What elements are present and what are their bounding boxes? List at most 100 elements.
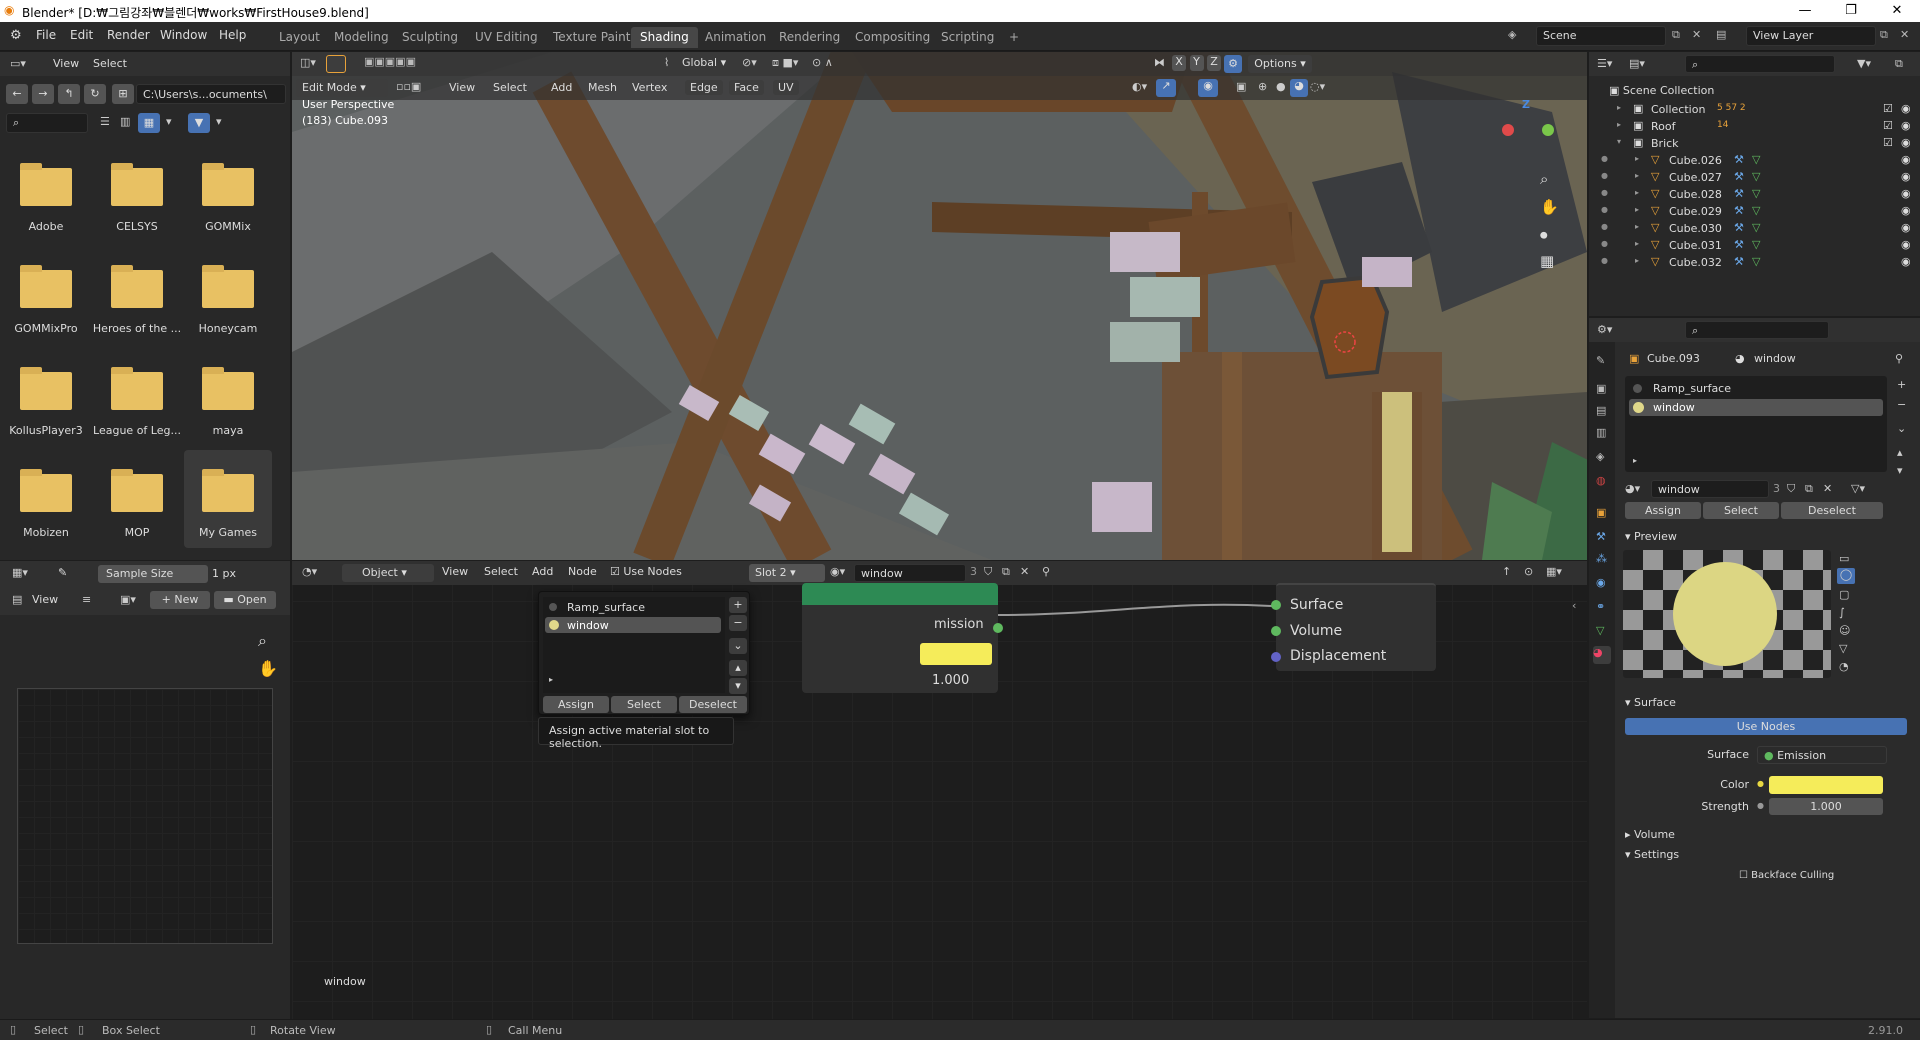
- render-tab-icon[interactable]: ▣: [1596, 382, 1606, 395]
- preview-sphere-icon[interactable]: ◯: [1837, 568, 1855, 584]
- menu-edit[interactable]: Edit: [70, 28, 93, 42]
- menu-window[interactable]: Window: [160, 28, 207, 42]
- pan-view-icon[interactable]: ✋: [1540, 198, 1559, 216]
- expand-arrow-icon[interactable]: ▸: [1635, 171, 1639, 180]
- node-editor[interactable]: ◔▾ Object ▾ View Select Add Node ☑ Use N…: [292, 561, 1587, 1019]
- outliner-row[interactable]: ● ▸ ▽ Cube.027 ⚒ ▽ ◉: [1589, 169, 1920, 186]
- ne-node-menu[interactable]: Node: [568, 565, 597, 578]
- list-view-icon[interactable]: ☰: [100, 115, 110, 128]
- node-overlay-icon[interactable]: ▦▾: [1546, 565, 1562, 578]
- folder-item[interactable]: maya: [184, 348, 272, 446]
- object-dropdown[interactable]: Object ▾: [342, 564, 434, 582]
- open-image-button[interactable]: ▬ Open: [214, 591, 276, 609]
- preview-cloth-icon[interactable]: ▽: [1839, 642, 1847, 655]
- viewport-menu-face[interactable]: Face: [729, 80, 764, 95]
- visibility-eye-icon[interactable]: ◉: [1901, 238, 1911, 251]
- folder-item[interactable]: Adobe: [2, 144, 90, 242]
- slot-move-up-icon[interactable]: ▴: [1897, 446, 1903, 459]
- duplicate-material-icon[interactable]: ⧉: [1002, 565, 1010, 579]
- emission-strength-value[interactable]: 1.000: [932, 673, 969, 688]
- tab-rendering[interactable]: Rendering: [770, 27, 849, 48]
- visibility-eye-icon[interactable]: ◉: [1901, 255, 1911, 268]
- use-nodes-checkbox[interactable]: ☑ Use Nodes: [610, 565, 682, 578]
- preview-fluid-icon[interactable]: ◔: [1839, 660, 1849, 673]
- folder-item[interactable]: Mobizen: [2, 450, 90, 548]
- properties-fake-user-icon[interactable]: ⛉: [1787, 482, 1795, 496]
- new-collection-icon[interactable]: ⧉: [1895, 57, 1903, 71]
- sample-tool-icon[interactable]: ✎: [58, 566, 67, 579]
- popup-remove-slot-icon[interactable]: −: [729, 615, 747, 631]
- fb-view-menu[interactable]: View: [53, 57, 79, 70]
- parent-dir-icon[interactable]: ↰: [58, 84, 80, 104]
- tab-texture-paint[interactable]: Texture Paint: [544, 27, 639, 48]
- material-tab-icon[interactable]: ◕: [1593, 646, 1611, 664]
- image-browse-icon[interactable]: ▣▾: [120, 593, 136, 606]
- popup-deselect-button[interactable]: Deselect: [679, 696, 747, 713]
- add-workspace-button[interactable]: +: [1000, 27, 1028, 48]
- parent-node-tree-icon[interactable]: ↑: [1502, 565, 1511, 578]
- scene-copy-icon[interactable]: ⧉: [1672, 28, 1680, 42]
- outliner-row[interactable]: ▸ ▣ Collection 5 57 2 ☑ ◉: [1589, 101, 1920, 118]
- vertex-edge-face-icons[interactable]: ▫▫▣: [396, 80, 421, 93]
- folder-item[interactable]: My Games: [184, 450, 272, 548]
- filter-icon[interactable]: ▼: [188, 113, 210, 133]
- image-editor-type-icon[interactable]: ▦▾: [12, 566, 28, 579]
- thumbnail-view-icon[interactable]: ▦: [138, 113, 160, 133]
- folder-item[interactable]: GOMMixPro: [2, 246, 90, 344]
- 3d-viewport[interactable]: ◫▾ ▣▣▣▣▣ ⌇ Global ▾ ⊘▾ ⧈ ■▾ ⊙ ∧ ⧓ X Y Z …: [292, 52, 1587, 560]
- unlink-material-icon[interactable]: ✕: [1020, 565, 1029, 578]
- properties-users-count[interactable]: 3: [1773, 482, 1780, 495]
- add-slot-icon[interactable]: +: [1897, 378, 1906, 391]
- preview-hair-icon[interactable]: ∫: [1839, 606, 1845, 619]
- ne-view-menu[interactable]: View: [442, 565, 468, 578]
- ne-select-menu[interactable]: Select: [484, 565, 518, 578]
- scene-collection-row[interactable]: ▣ Scene Collection: [1609, 84, 1714, 101]
- shading-rendered-icon[interactable]: ◌▾: [1310, 80, 1325, 93]
- close-button[interactable]: ✕: [1874, 0, 1920, 22]
- surface-shader-field[interactable]: ● Emission: [1757, 746, 1887, 764]
- popup-list-expand-icon[interactable]: ▸: [549, 675, 553, 684]
- viewport-menu-edge[interactable]: Edge: [685, 80, 723, 95]
- volume-input-socket[interactable]: [1271, 626, 1281, 636]
- visibility-eye-icon[interactable]: ◉: [1901, 102, 1911, 115]
- preview-flat-icon[interactable]: ▭: [1839, 552, 1849, 565]
- ortho-toggle-icon[interactable]: ▦: [1540, 252, 1554, 270]
- viewport-menu-uv[interactable]: UV: [773, 80, 799, 95]
- emission-color-swatch[interactable]: [920, 643, 992, 665]
- properties-unlink-icon[interactable]: ✕: [1823, 482, 1832, 495]
- outliner-row[interactable]: ● ▸ ▽ Cube.026 ⚒ ▽ ◉: [1589, 152, 1920, 169]
- mirror-y-button[interactable]: Y: [1189, 55, 1204, 71]
- mirror-z-button[interactable]: Z: [1207, 55, 1221, 71]
- new-image-button[interactable]: + New: [150, 591, 210, 609]
- display-mode-icon[interactable]: ▤▾: [1629, 57, 1645, 70]
- folder-item[interactable]: Honeycam: [184, 246, 272, 344]
- expand-arrow-icon[interactable]: ▸: [1635, 222, 1639, 231]
- output-tab-icon[interactable]: ▤: [1596, 404, 1606, 417]
- ie-menu-icon[interactable]: ≡: [82, 593, 91, 606]
- sample-size-field[interactable]: Sample Size: [98, 565, 208, 583]
- image-editor-mode-icon[interactable]: ▤: [12, 593, 22, 606]
- zoom-icon[interactable]: ⌕: [258, 631, 267, 651]
- fake-user-icon[interactable]: ⛉: [984, 565, 992, 579]
- visibility-eye-icon[interactable]: ◉: [1901, 204, 1911, 217]
- select-box-tool-icon[interactable]: [326, 55, 346, 73]
- maximize-button[interactable]: ❐: [1828, 0, 1874, 22]
- auto-merge-icon[interactable]: ⚙: [1224, 55, 1242, 73]
- folder-item[interactable]: GOMMix: [184, 144, 272, 242]
- constraints-tab-icon[interactable]: ⚭: [1596, 600, 1605, 613]
- surface-panel-header[interactable]: ▾ Surface: [1625, 696, 1676, 709]
- outliner-row[interactable]: ● ▸ ▽ Cube.029 ⚒ ▽ ◉: [1589, 203, 1920, 220]
- select-mode-icons[interactable]: ▣▣▣▣▣: [364, 55, 416, 68]
- visibility-eye-icon[interactable]: ◉: [1901, 119, 1911, 132]
- slot-specials-icon[interactable]: ⌄: [1897, 422, 1906, 435]
- preview-monkey-icon[interactable]: ☺: [1839, 624, 1850, 637]
- scene-close-icon[interactable]: ✕: [1692, 28, 1701, 41]
- orientation-dropdown[interactable]: Global ▾: [682, 56, 726, 69]
- filter-dropdown-icon[interactable]: ▾: [216, 115, 222, 128]
- forward-icon[interactable]: →: [32, 84, 54, 104]
- preview-panel-header[interactable]: ▾ Preview: [1625, 530, 1677, 543]
- outliner-type-icon[interactable]: ☰▾: [1597, 57, 1612, 70]
- properties-search-field[interactable]: ⌕: [1685, 321, 1829, 339]
- world-tab-icon[interactable]: ◍: [1596, 474, 1606, 487]
- image-canvas[interactable]: [17, 688, 273, 944]
